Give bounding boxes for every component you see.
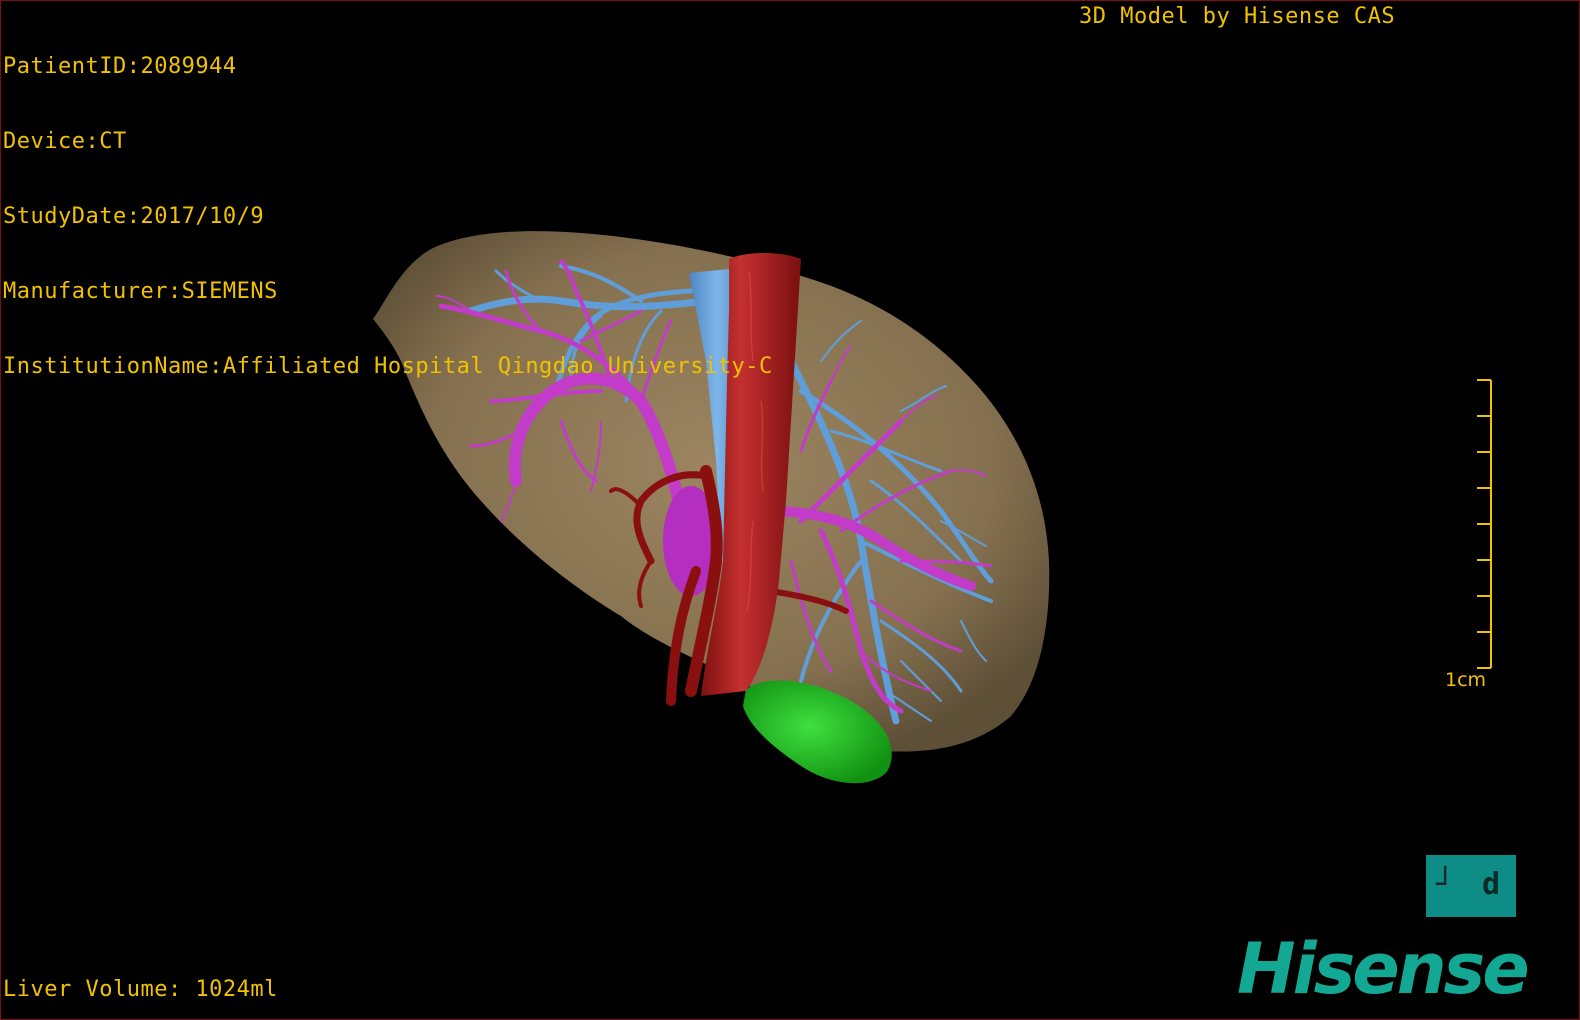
dicom-info-overlay: PatientID:2089944 Device:CT StudyDate:20… <box>3 4 773 429</box>
orientation-glyph-right: d <box>1482 867 1501 902</box>
orientation-glyph-left: ┘ <box>1436 867 1455 902</box>
model-credit-label: 3D Model by Hisense CAS <box>1079 4 1396 29</box>
3d-viewport[interactable]: PatientID:2089944 Device:CT StudyDate:20… <box>0 0 1580 1020</box>
manufacturer-label: Manufacturer:SIEMENS <box>3 279 278 304</box>
hisense-logo: Hisense <box>1237 928 1530 1010</box>
study-date-label: StudyDate:2017/10/9 <box>3 204 265 229</box>
device-label: Device:CT <box>3 129 127 154</box>
institution-label: InstitutionName:Affiliated Hospital Qing… <box>3 354 773 379</box>
scale-bar <box>1477 379 1492 669</box>
scale-bar-label: 1cm <box>1445 669 1487 691</box>
orientation-cube[interactable]: ┘ d <box>1426 855 1516 917</box>
liver-volume-label: Liver Volume: 1024ml <box>3 977 278 1002</box>
patient-id-label: PatientID:2089944 <box>3 54 237 79</box>
